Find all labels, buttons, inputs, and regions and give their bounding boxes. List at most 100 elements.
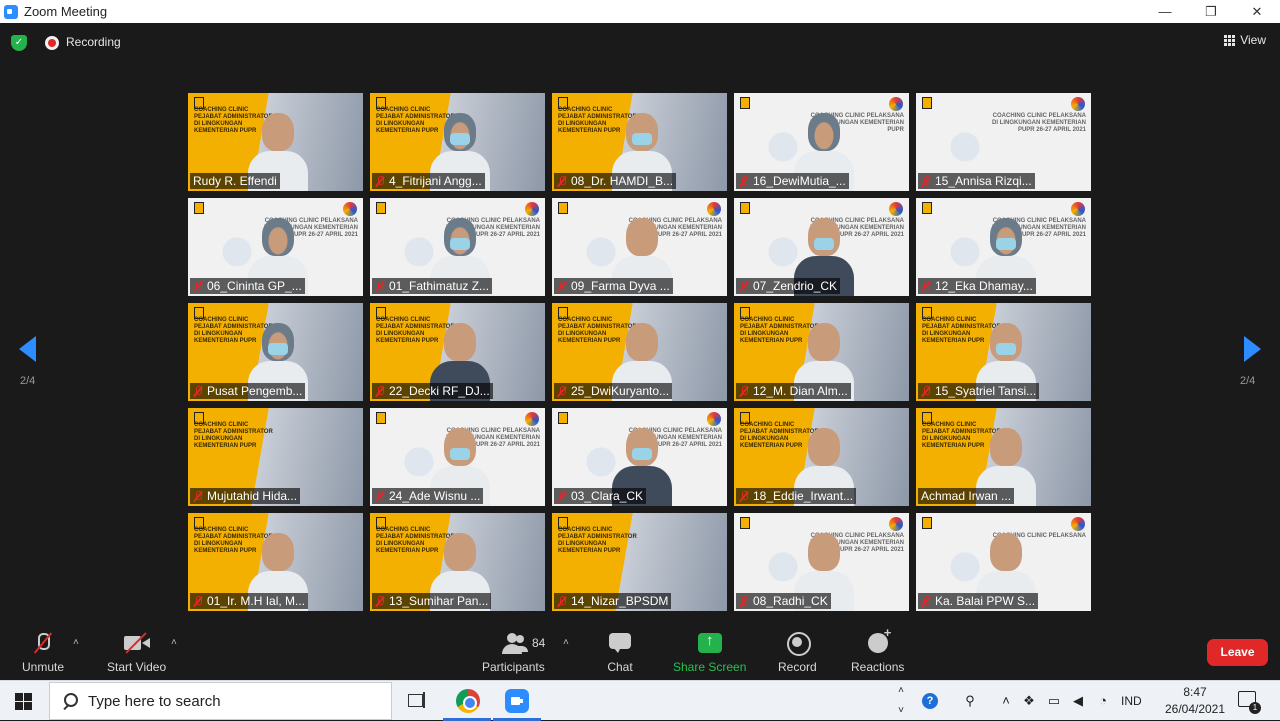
unmute-button[interactable]: Unmute <box>22 631 64 674</box>
zoom-taskbar-icon[interactable] <box>505 689 529 713</box>
video-tile[interactable]: COACHING CLINIC PEJABAT ADMINISTRATOR DI… <box>733 302 910 402</box>
video-tile[interactable]: COACHING CLINIC PELAKSANA DI LINGKUNGAN … <box>915 197 1092 297</box>
video-tile[interactable]: COACHING CLINIC PEJABAT ADMINISTRATOR DI… <box>551 512 728 612</box>
virtual-background-banner: COACHING CLINIC PELAKSANA DI LINGKUNGAN … <box>992 113 1086 133</box>
video-tile[interactable]: COACHING CLINIC PELAKSANA DI LINGKUNGAN … <box>369 407 546 507</box>
taskbar-clock[interactable]: 8:47 26/04/2021 <box>1160 684 1230 718</box>
event-logo-icon <box>1071 202 1085 216</box>
video-tile[interactable]: COACHING CLINIC PELAKSANA DI LINGKUNGAN … <box>733 197 910 297</box>
battery-icon[interactable]: ▭ <box>1046 693 1062 709</box>
video-tile[interactable]: COACHING CLINIC PEJABAT ADMINISTRATOR DI… <box>187 92 364 192</box>
close-button[interactable]: ✕ <box>1234 0 1280 23</box>
video-tile[interactable]: COACHING CLINIC PEJABAT ADMINISTRATOR DI… <box>551 302 728 402</box>
participant-count: 84 <box>532 636 546 650</box>
task-view-icon[interactable] <box>404 689 428 713</box>
page-indicator-right: 2/4 <box>1240 375 1256 387</box>
start-video-button[interactable]: Start Video <box>107 631 166 674</box>
view-button[interactable]: View <box>1224 33 1266 47</box>
language-indicator[interactable]: IND <box>1121 681 1142 721</box>
reactions-button[interactable]: Reactions <box>851 625 904 674</box>
event-logo-icon <box>889 517 903 531</box>
security-shield-icon[interactable]: ✓ <box>11 35 27 51</box>
dropbox-icon[interactable]: ❖ <box>1021 693 1037 709</box>
leave-button[interactable]: Leave <box>1207 639 1268 666</box>
next-page-arrow-icon[interactable] <box>1244 336 1261 362</box>
video-tile[interactable]: COACHING CLINIC PELAKSANA DI LINGKUNGAN … <box>733 92 910 192</box>
tray-down-chevron-icon[interactable]: ˅ <box>893 703 909 719</box>
video-tile[interactable]: COACHING CLINIC PELAKSANA DI LINGKUNGAN … <box>733 512 910 612</box>
video-tile[interactable]: COACHING CLINIC PEJABAT ADMINISTRATOR DI… <box>915 407 1092 507</box>
muted-mic-icon <box>557 175 567 187</box>
participant-name-bar: 18_Eddie_Irwant... <box>736 488 857 504</box>
muted-mic-icon <box>375 595 385 607</box>
window-title: Zoom Meeting <box>24 4 108 19</box>
participant-name-bar: 16_DewiMutia_... <box>736 173 849 189</box>
participant-name: 01_Ir. M.H Ial, M... <box>207 594 306 608</box>
notification-count-badge: 1 <box>1249 702 1261 714</box>
video-tile[interactable]: COACHING CLINIC PELAKSANA DI LINGKUNGAN … <box>369 197 546 297</box>
participant-name: 03_Clara_CK <box>571 489 644 503</box>
participant-name-bar: 22_Decki RF_DJ... <box>372 383 493 399</box>
chat-label: Chat <box>607 660 633 674</box>
show-hidden-icons-icon[interactable]: ˄ <box>998 693 1014 709</box>
help-question-icon[interactable]: ? <box>922 693 938 709</box>
start-video-label: Start Video <box>107 660 167 674</box>
participants-options-caret-icon[interactable]: ˄ <box>563 637 569 648</box>
participants-label: Participants <box>482 660 545 674</box>
video-options-caret-icon[interactable]: ˄ <box>171 637 177 648</box>
muted-mic-icon <box>739 175 749 187</box>
muted-mic-icon <box>921 280 931 292</box>
video-tile[interactable]: COACHING CLINIC PEJABAT ADMINISTRATOR DI… <box>733 407 910 507</box>
people-icon[interactable]: ⚲ <box>962 693 978 709</box>
previous-page-arrow-icon[interactable] <box>19 336 36 362</box>
participant-name: Rudy R. Effendi <box>193 174 277 188</box>
video-tile[interactable]: COACHING CLINIC PEJABAT ADMINISTRATOR DI… <box>187 512 364 612</box>
muted-mic-icon <box>375 280 385 292</box>
video-tile[interactable]: COACHING CLINIC PEJABAT ADMINISTRATOR DI… <box>369 302 546 402</box>
video-tile[interactable]: COACHING CLINIC PEJABAT ADMINISTRATOR DI… <box>187 407 364 507</box>
windows-start-icon[interactable] <box>15 693 32 710</box>
video-tile[interactable]: COACHING CLINIC PEJABAT ADMINISTRATOR DI… <box>369 92 546 192</box>
participant-name: 15_Annisa Rizqi... <box>935 174 1032 188</box>
video-tile[interactable]: COACHING CLINIC PELAKSANA Ka. Balai PPW S… <box>915 512 1092 612</box>
taskbar-search-box[interactable]: Type here to search <box>49 682 392 720</box>
participant-name-bar: 08_Dr. HAMDI_B... <box>554 173 677 189</box>
video-tile[interactable]: COACHING CLINIC PELAKSANA DI LINGKUNGAN … <box>915 92 1092 192</box>
clock-date: 26/04/2021 <box>1164 702 1226 716</box>
muted-mic-icon <box>557 280 567 292</box>
record-button[interactable]: Record <box>778 631 817 674</box>
restore-button[interactable]: ❐ <box>1188 0 1234 23</box>
participant-name: 06_Cininta GP_... <box>207 279 302 293</box>
participant-name-bar: Achmad Irwan ... <box>918 488 1015 504</box>
chat-button[interactable]: Chat <box>606 631 634 674</box>
video-tile[interactable]: COACHING CLINIC PELAKSANA DI LINGKUNGAN … <box>187 197 364 297</box>
pupr-logo-icon <box>376 202 386 214</box>
participant-name-bar: 12_M. Dian Alm... <box>736 383 851 399</box>
video-tile[interactable]: COACHING CLINIC PELAKSANA DI LINGKUNGAN … <box>551 197 728 297</box>
minimize-button[interactable]: — <box>1142 0 1188 23</box>
pupr-logo-icon <box>922 517 932 529</box>
muted-mic-icon <box>193 385 203 397</box>
record-icon <box>783 631 812 656</box>
clock-time: 8:47 <box>1183 685 1207 699</box>
video-tile[interactable]: COACHING CLINIC PEJABAT ADMINISTRATOR DI… <box>369 512 546 612</box>
video-tile[interactable]: COACHING CLINIC PEJABAT ADMINISTRATOR DI… <box>915 302 1092 402</box>
volume-icon[interactable]: ◀ <box>1070 693 1086 709</box>
virtual-background-banner: COACHING CLINIC PEJABAT ADMINISTRATOR DI… <box>558 527 637 554</box>
video-tile[interactable]: COACHING CLINIC PELAKSANA DI LINGKUNGAN … <box>551 407 728 507</box>
event-logo-icon <box>707 412 721 426</box>
chrome-browser-icon[interactable] <box>456 689 480 713</box>
video-tile[interactable]: COACHING CLINIC PEJABAT ADMINISTRATOR DI… <box>551 92 728 192</box>
muted-mic-icon <box>921 175 931 187</box>
event-logo-icon <box>1071 97 1085 111</box>
window-titlebar: Zoom Meeting — ❐ ✕ <box>0 0 1280 23</box>
tray-up-chevron-icon[interactable]: ˄ <box>893 683 909 699</box>
video-tile[interactable]: COACHING CLINIC PEJABAT ADMINISTRATOR DI… <box>187 302 364 402</box>
share-screen-button[interactable]: Share Screen <box>673 631 746 674</box>
participant-name-bar: 13_Sumihar Pan... <box>372 593 492 609</box>
audio-options-caret-icon[interactable]: ˄ <box>73 637 79 648</box>
wifi-icon[interactable]: ◔ <box>1095 693 1111 709</box>
participant-name: Pusat Pengemb... <box>207 384 303 398</box>
pupr-logo-icon <box>740 517 750 529</box>
participant-name: 07_Zendrio_CK <box>753 279 838 293</box>
